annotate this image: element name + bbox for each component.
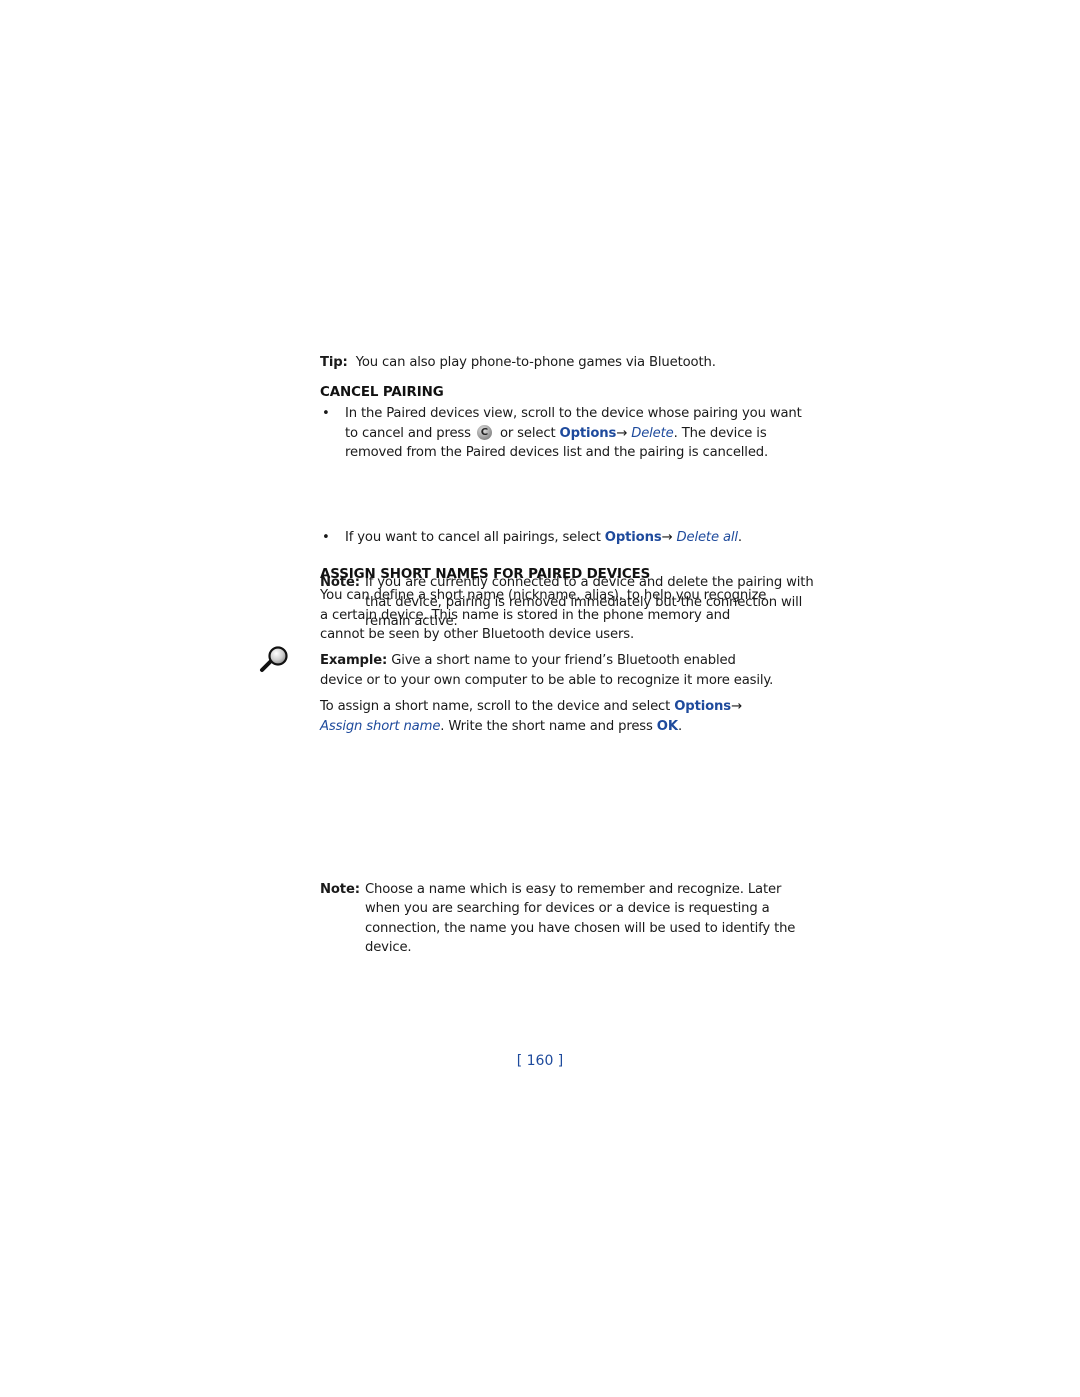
tip-paragraph: Tip: You can also play phone-to-phone ga… — [320, 353, 775, 373]
bullet-dot: • — [322, 406, 330, 421]
bullet-text-b: or select — [499, 425, 556, 441]
arrow-icon: → — [661, 529, 673, 545]
assign-intro-paragraph: You can define a short name (nickname, a… — [320, 588, 767, 642]
delete-all-menu-ref: Delete all — [676, 529, 738, 545]
assign-short-name-menu-ref: Assign short name — [320, 718, 441, 734]
bullet-text-b: . — [737, 529, 742, 545]
ok-key-ref: OK — [656, 718, 678, 734]
instruction-text-a: To assign a short name, scroll to the de… — [320, 699, 671, 714]
delete-menu-ref: Delete — [631, 425, 674, 441]
bullet-dot: • — [322, 529, 330, 545]
options-menu-ref: Options — [674, 699, 731, 714]
options-menu-ref: Options — [559, 425, 617, 441]
example-text: Give a short name to your friend’s Bluet… — [320, 653, 774, 688]
magnifier-icon — [260, 646, 288, 672]
page-number: [ 160 ] — [516, 1053, 564, 1069]
example-label: Example: — [320, 653, 388, 668]
cancel-pairing-bullet-1: • In the Paired devices view, scroll to … — [320, 404, 805, 463]
assign-short-names-heading: ASSIGN SHORT NAMES FOR PAIRED DEVICES — [320, 567, 651, 582]
note-text: Choose a name which is easy to remember … — [365, 881, 796, 956]
tip-label: Tip: — [320, 355, 348, 370]
c-key-icon — [476, 424, 492, 440]
assign-note: Note: Choose a name which is easy to rem… — [320, 880, 817, 958]
note-label: Note: — [320, 881, 360, 897]
tip-text: You can also play phone-to-phone games v… — [355, 355, 716, 370]
arrow-icon: → — [616, 425, 628, 441]
instruction-text-b: . Write the short name and press — [440, 718, 653, 734]
manual-page: Tip: You can also play phone-to-phone ga… — [0, 0, 1080, 1397]
options-menu-ref: Options — [604, 529, 662, 545]
example-paragraph: Example: Give a short name to your frien… — [320, 651, 775, 690]
assign-instruction-paragraph: To assign a short name, scroll to the de… — [320, 697, 775, 736]
bullet-text-a: If you want to cancel all pairings, sele… — [345, 529, 601, 545]
instruction-text-c: . — [677, 718, 682, 734]
cancel-pairing-bullet-2: • If you want to cancel all pairings, se… — [320, 528, 800, 548]
arrow-icon: → — [730, 699, 742, 714]
cancel-pairing-heading: CANCEL PAIRING — [320, 385, 444, 400]
